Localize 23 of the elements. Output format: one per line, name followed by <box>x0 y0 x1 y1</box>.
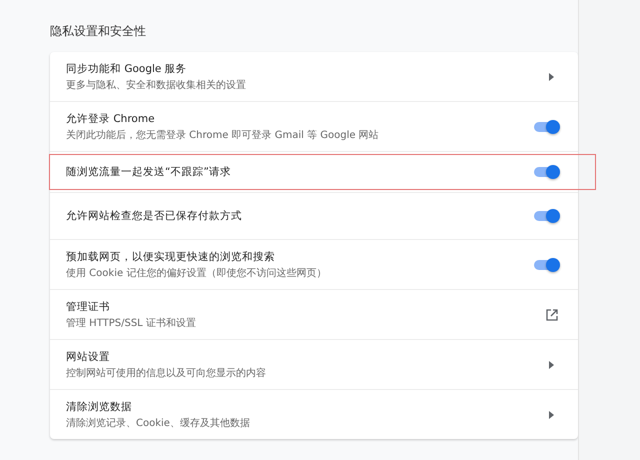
setting-description: 更多与隐私、安全和数据收集相关的设置 <box>66 78 247 92</box>
setting-description: 清除浏览记录、Cookie、缓存及其他数据 <box>66 416 251 430</box>
arrow-icon[interactable] <box>549 360 554 368</box>
arrow-icon[interactable] <box>549 72 554 80</box>
setting-title: 同步功能和 Google 服务 <box>66 62 188 76</box>
setting-description: 控制网站可使用的信息以及可向您显示的内容 <box>66 366 267 380</box>
external-link-icon[interactable] <box>546 308 558 320</box>
setting-title: 允许登录 Chrome <box>66 112 156 126</box>
toggle-switch[interactable] <box>534 165 560 179</box>
setting-title: 允许网站检查您是否已保存付款方式 <box>66 209 243 223</box>
setting-description: 管理 HTTPS/SSL 证书和设置 <box>66 316 197 330</box>
toggle-switch[interactable] <box>534 209 560 223</box>
setting-title: 网站设置 <box>66 350 111 364</box>
setting-title: 管理证书 <box>66 300 111 314</box>
setting-title: 清除浏览数据 <box>66 400 133 414</box>
setting-title: 随浏览流量一起发送“不跟踪”请求 <box>66 165 232 179</box>
section-title: 隐私设置和安全性 <box>50 23 147 40</box>
setting-title: 预加载网页，以便实现更快速的浏览和搜索 <box>66 250 276 264</box>
arrow-icon[interactable] <box>549 410 554 418</box>
setting-description: 使用 Cookie 记住您的偏好设置（即使您不访问这些网页） <box>66 266 328 280</box>
setting-description: 关闭此功能后，您无需登录 Chrome 即可登录 Gmail 等 Google 网站 <box>66 128 380 142</box>
toggle-switch[interactable] <box>534 120 560 134</box>
toggle-switch[interactable] <box>534 258 560 272</box>
